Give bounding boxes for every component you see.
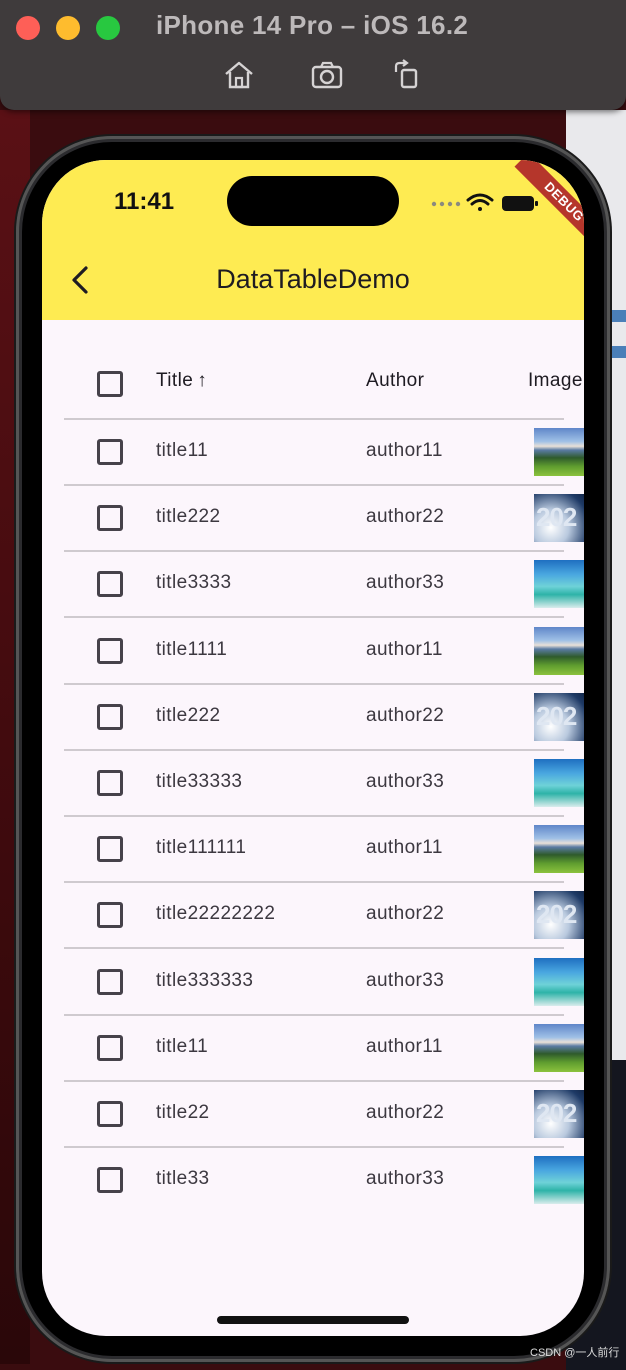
screenshot-icon[interactable] [310,58,344,92]
row-checkbox[interactable] [97,571,123,598]
phone-screen: 11:41 DEBUG DataTableDemo Title ↑ Author… [42,160,584,1336]
page-title: DataTableDemo [216,264,410,294]
cell-title: title222 [156,506,221,528]
close-window-button[interactable] [16,16,40,40]
cell-author: author11 [366,638,443,660]
watermark: CSDN @一人前行 [530,1347,620,1359]
rotate-icon[interactable] [390,58,424,92]
thumbnail-text: 202 [536,1098,577,1128]
cell-image-thumbnail: 202 [534,494,584,543]
cell-title: title22222222 [156,903,276,925]
thumbnail-text: 202 [536,700,577,731]
status-time: 11:41 [114,188,175,215]
cell-image-thumbnail [534,1156,584,1205]
cell-author: author11 [366,440,443,461]
row-checkbox[interactable] [97,637,123,664]
zoom-window-button[interactable] [96,16,120,40]
cell-author: author22 [366,506,445,528]
table-row[interactable]: title33 author33 [64,1148,584,1212]
battery-icon [502,196,538,211]
table-row[interactable]: title22 author22 202 [64,1082,584,1148]
thumbnail-text: 202 [536,899,577,930]
cell-image-thumbnail: 202 [534,692,584,741]
thumbnail-text: 202 [536,502,577,533]
cell-title: title222 [156,704,221,726]
app-bar: 11:41 DEBUG DataTableDemo [42,160,584,320]
dynamic-island [227,176,399,226]
cell-image-thumbnail [534,825,584,874]
row-checkbox[interactable] [97,1034,123,1061]
arrow-up-icon: ↑ [197,370,208,391]
row-checkbox[interactable] [97,968,123,995]
table-header-row: Title ↑ Author Image [64,350,582,420]
cell-image-thumbnail [534,1023,584,1072]
table-row[interactable]: title333333 author33 [64,950,584,1016]
data-table: Title ↑ Author Image title11 author11 title… [42,320,584,1336]
home-icon[interactable] [222,58,256,92]
cell-author: author11 [366,1035,443,1057]
cell-title: title111111 [156,837,247,859]
table-row[interactable]: title11 author11 [64,1016,584,1082]
cell-author: author33 [366,572,445,594]
column-header-label: Title [156,370,194,391]
cell-title: title11 [156,440,209,461]
cell-author: author33 [366,771,445,792]
cell-image-thumbnail [534,957,584,1006]
cell-title: title11 [156,1035,209,1057]
cell-image-thumbnail [534,560,584,609]
cell-author: author33 [366,1168,445,1190]
cell-title: title1111 [156,638,228,660]
cell-author: author22 [366,903,445,925]
status-icons [431,193,538,211]
row-checkbox[interactable] [97,1101,123,1127]
row-checkbox[interactable] [97,1167,123,1194]
cell-image-thumbnail [534,759,584,807]
signal-dots-icon [431,201,461,207]
column-header-title[interactable]: Title ↑ [156,370,207,392]
cell-title: title33 [156,1168,210,1190]
row-checkbox[interactable] [97,703,123,730]
table-row[interactable]: title11 author11 [64,420,584,486]
cell-author: author22 [366,1102,445,1123]
minimize-window-button[interactable] [56,16,80,40]
row-checkbox[interactable] [97,505,123,532]
table-row[interactable]: title111111 author11 [64,817,584,884]
column-header-author[interactable]: Author [366,370,424,392]
cell-author: author11 [366,837,443,859]
cell-author: author33 [366,969,445,991]
cell-title: title333333 [156,969,254,991]
cell-title: title3333 [156,572,232,594]
cell-title: title33333 [156,771,243,792]
table-row[interactable]: title22222222 author22 202 [64,883,584,950]
cell-image-thumbnail: 202 [534,891,584,940]
row-checkbox[interactable] [97,902,123,929]
cell-image-thumbnail: 202 [534,1090,584,1138]
table-row[interactable]: title222 author22 202 [64,486,584,553]
cell-image-thumbnail [534,626,584,675]
row-checkbox[interactable] [97,439,123,465]
simulator-title: iPhone 14 Pro – iOS 16.2 [156,10,469,40]
row-checkbox[interactable] [97,770,123,796]
column-header-image[interactable]: Image [528,370,583,392]
table-row[interactable]: title222 author22 202 [64,685,584,751]
cell-image-thumbnail [534,428,584,476]
table-row[interactable]: title1111 author11 [64,619,584,685]
select-all-checkbox[interactable] [97,371,123,397]
cell-title: title22 [156,1102,210,1123]
row-checkbox[interactable] [97,836,123,863]
simulator-title-bar: iPhone 14 Pro – iOS 16.2 [0,0,626,110]
wifi-icon [466,193,494,211]
home-indicator[interactable] [217,1316,409,1324]
table-row[interactable]: title3333 author33 [64,552,584,619]
table-row[interactable]: title33333 author33 [64,751,584,817]
cell-author: author22 [366,704,445,726]
